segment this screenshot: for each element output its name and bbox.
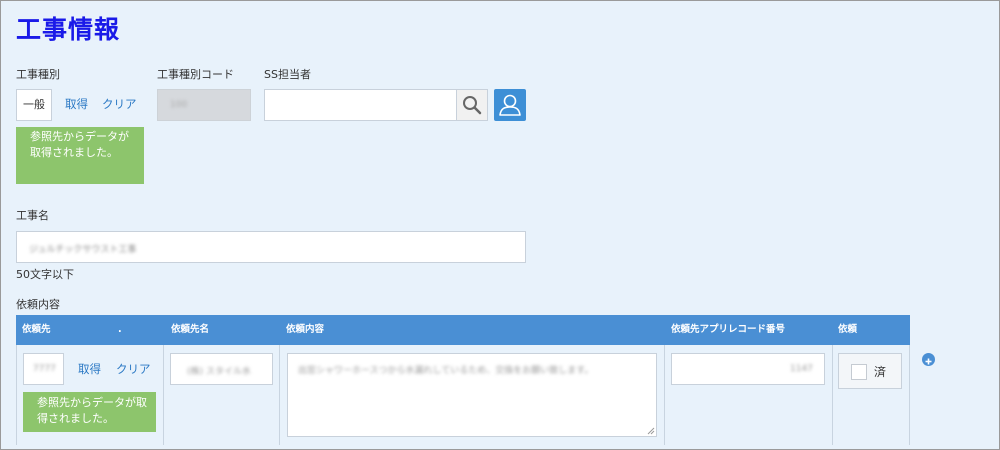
request-done-checkbox[interactable]	[851, 364, 867, 380]
app-record-number-input[interactable]: 1147	[671, 353, 825, 385]
column-divider	[279, 345, 280, 445]
requester-get-link[interactable]: 取得	[78, 361, 101, 377]
plus-icon	[925, 358, 932, 365]
requester-value: 7777	[33, 364, 56, 374]
requester-name-input[interactable]: (株) スタイル水	[170, 353, 273, 385]
request-done-toggle[interactable]: 済	[838, 353, 902, 389]
header-requester: 依頼先	[22, 324, 51, 335]
column-divider	[664, 345, 665, 445]
construction-type-code-value: 100	[170, 100, 188, 110]
request-content-label: 依頼内容	[16, 298, 60, 311]
ss-person-label: SS担当者	[264, 68, 311, 81]
column-divider	[163, 345, 164, 445]
header-request-content: 依頼内容	[286, 324, 325, 335]
construction-name-value: ジュルチックサウスト工事	[29, 245, 137, 255]
request-table: 依頼先 . 依頼先名 依頼内容 依頼先アプリレコード番号 依頼 7777 取得 …	[16, 315, 910, 445]
construction-type-label: 工事種別	[16, 68, 60, 81]
construction-type-code-field: 100	[157, 89, 251, 121]
search-icon	[463, 96, 482, 115]
header-dot: .	[118, 324, 122, 335]
construction-name-label: 工事名	[16, 209, 49, 222]
request-content-value: 出窓シャワーホースつから水漏れしているため、交換をお願い致します。	[298, 366, 594, 376]
app-record-number-value: 1147	[790, 364, 813, 374]
construction-type-input[interactable]: 一般	[16, 89, 52, 121]
column-divider	[832, 345, 833, 445]
header-app-record-number: 依頼先アプリレコード番号	[671, 324, 786, 335]
construction-type-clear-link[interactable]: クリア	[102, 96, 137, 112]
construction-type-get-link[interactable]: 取得	[65, 96, 88, 112]
request-done-label: 済	[874, 365, 887, 379]
add-row-button[interactable]	[922, 353, 935, 366]
page-title: 工事情報	[16, 15, 121, 44]
ss-person-input[interactable]	[264, 89, 457, 121]
resize-handle-icon[interactable]	[647, 427, 655, 435]
requester-clear-link[interactable]: クリア	[116, 361, 151, 377]
requester-success-message: 参照先からデータが取得されました。	[23, 392, 156, 432]
header-requester-name: 依頼先名	[171, 324, 210, 335]
header-request: 依頼	[838, 324, 858, 335]
requester-input[interactable]: 7777	[23, 353, 64, 385]
ss-person-user-button[interactable]	[494, 89, 526, 121]
requester-name-value: (株) スタイル水	[187, 367, 251, 377]
construction-type-code-label: 工事種別コード	[157, 68, 234, 81]
construction-type-success-message: 参照先からデータが取得されました。	[16, 127, 144, 184]
construction-name-hint: 50文字以下	[16, 268, 74, 281]
request-content-textarea[interactable]: 出窓シャワーホースつから水漏れしているため、交換をお願い致します。	[287, 353, 657, 437]
user-icon	[499, 94, 521, 116]
construction-name-input[interactable]: ジュルチックサウスト工事	[16, 231, 526, 263]
ss-person-search-button[interactable]	[456, 89, 488, 121]
